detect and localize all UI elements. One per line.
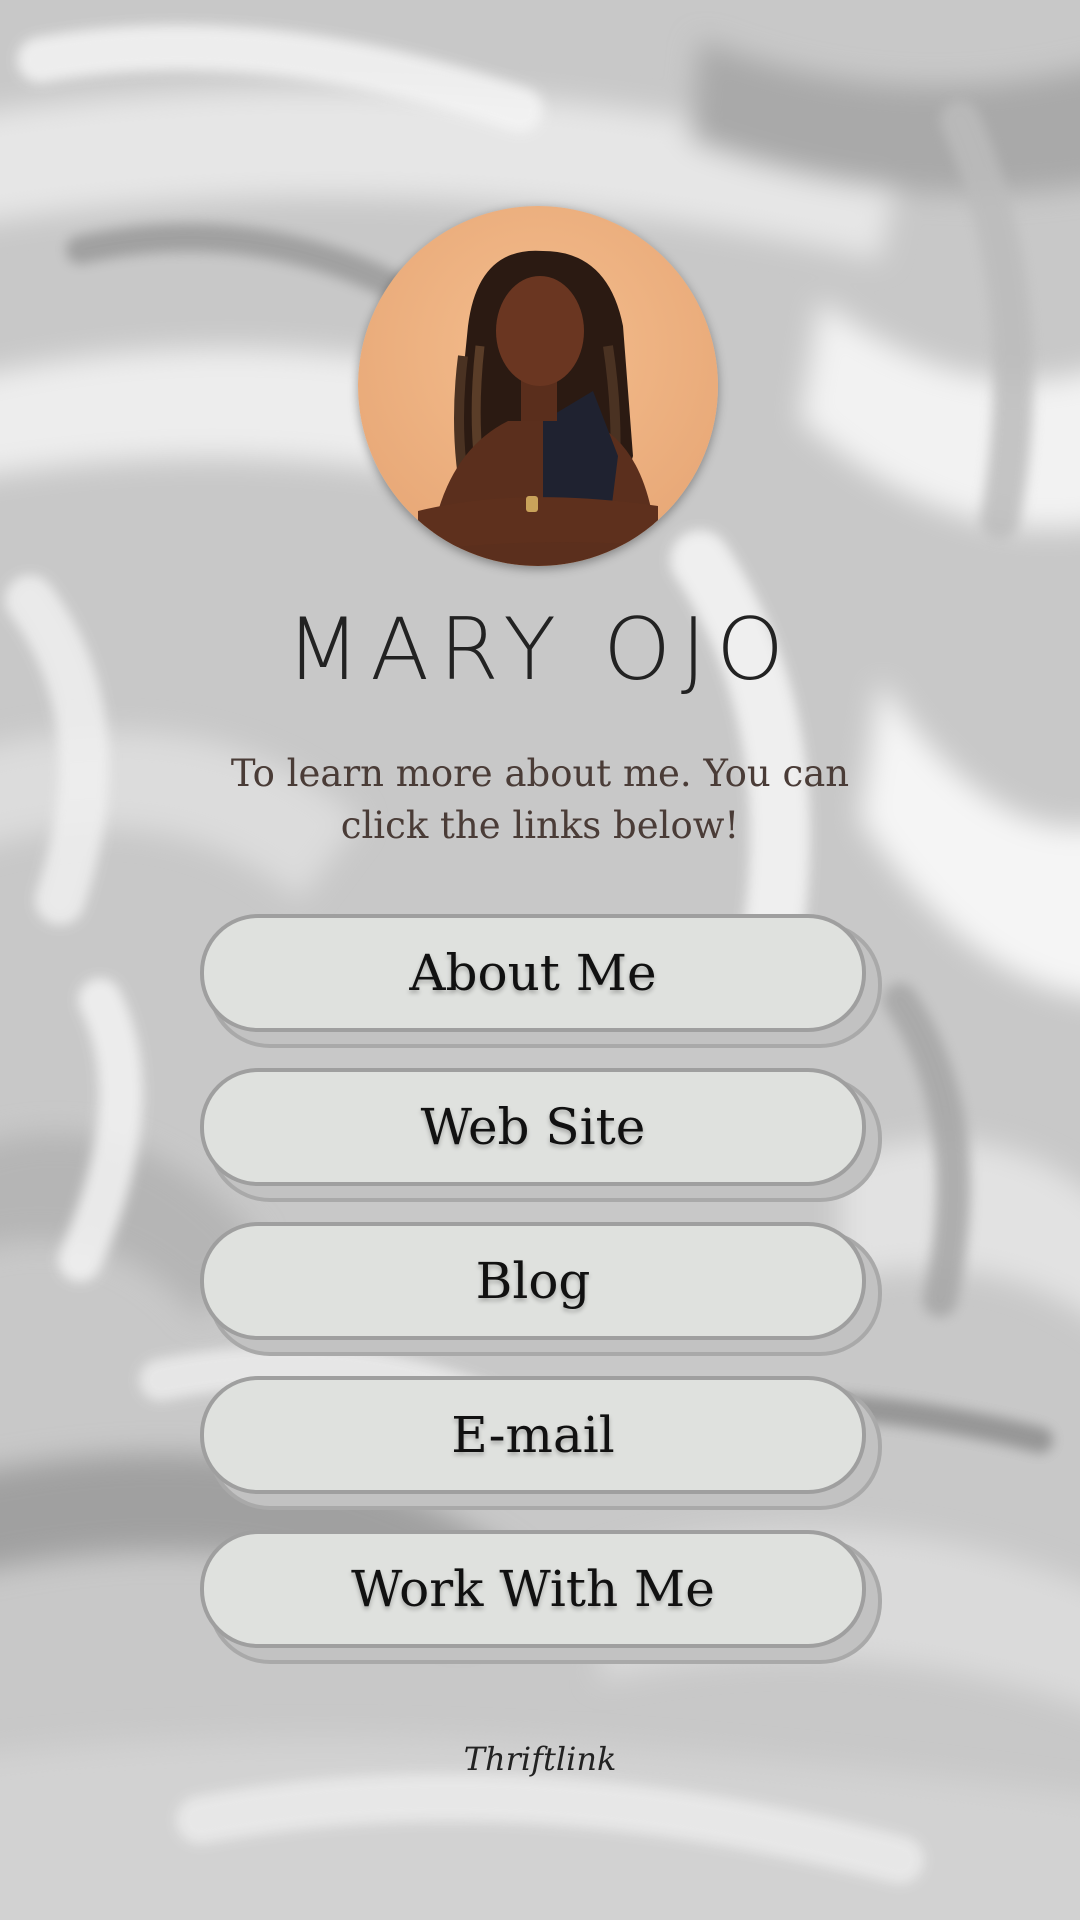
email-label: E-mail [451, 1406, 615, 1464]
avatar [358, 206, 718, 566]
email-button[interactable]: E-mail [200, 1376, 866, 1494]
footer-brand[interactable]: Thriftlink [0, 1740, 1080, 1778]
blog-button[interactable]: Blog [200, 1222, 866, 1340]
web-site-button[interactable]: Web Site [200, 1068, 866, 1186]
profile-bio: To learn more about me. You can click th… [230, 752, 850, 847]
web-site-label: Web Site [420, 1098, 646, 1156]
about-me-label: About Me [409, 944, 657, 1002]
profile-photo-icon [358, 206, 718, 566]
profile-name: MARY OJO [286, 600, 794, 700]
work-with-me-button[interactable]: Work With Me [200, 1530, 866, 1648]
work-with-me-label: Work With Me [351, 1560, 715, 1618]
blog-label: Blog [475, 1252, 591, 1310]
about-me-button[interactable]: About Me [200, 914, 866, 1032]
